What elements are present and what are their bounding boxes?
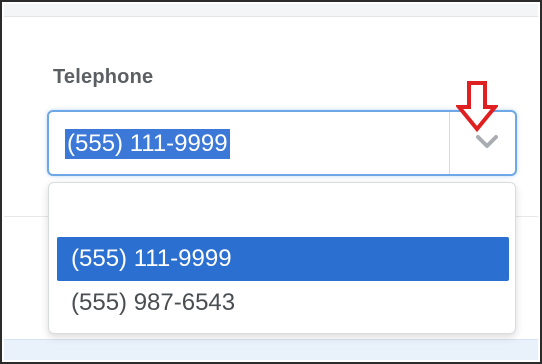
- telephone-select[interactable]: (555) 111-9999: [47, 110, 517, 176]
- bottom-panel-strip: [4, 339, 538, 360]
- telephone-label: Telephone: [53, 66, 154, 88]
- chevron-down-icon[interactable]: [475, 134, 499, 150]
- red-down-arrow-callout-icon: [456, 81, 498, 132]
- telephone-options-dropdown: (555) 111-9999 (555) 987-6543: [48, 182, 516, 334]
- dropdown-option[interactable]: (555) 987-6543: [57, 281, 509, 325]
- dropdown-option-empty[interactable]: [57, 191, 509, 235]
- dropdown-option-selected[interactable]: (555) 111-9999: [57, 237, 509, 281]
- screenshot-frame: Telephone (555) 111-9999 (555) 111-9999 …: [0, 0, 542, 364]
- select-divider: [449, 112, 450, 174]
- top-panel-strip: [4, 4, 538, 17]
- telephone-select-value[interactable]: (555) 111-9999: [65, 129, 230, 159]
